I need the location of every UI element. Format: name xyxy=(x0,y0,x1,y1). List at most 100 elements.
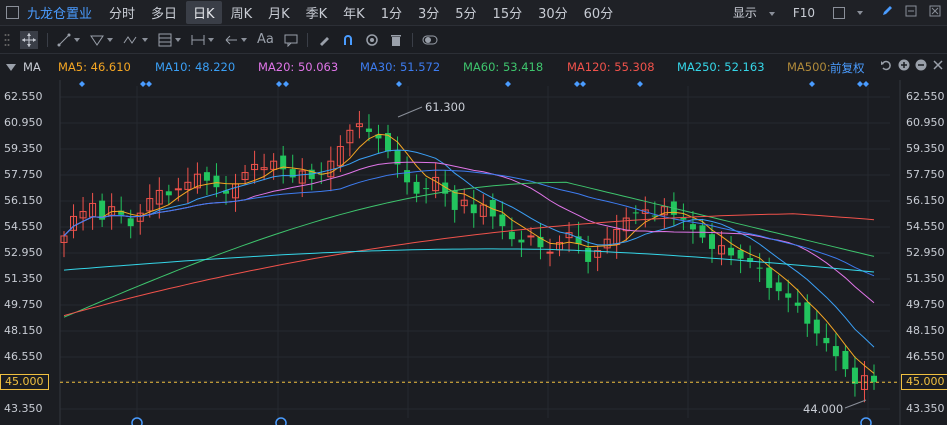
period-tab[interactable]: 分时 xyxy=(102,1,142,24)
candle-body-down xyxy=(737,249,744,259)
period-tab[interactable]: 日K xyxy=(186,1,222,24)
period-tab[interactable]: 5分 xyxy=(448,1,483,24)
event-marker xyxy=(580,81,586,87)
chevron-down-icon xyxy=(241,37,247,42)
display-dropdown[interactable]: 显示 xyxy=(727,4,781,21)
eye-icon[interactable] xyxy=(365,33,379,47)
magnet-icon[interactable] xyxy=(341,33,355,47)
candle-body-down xyxy=(470,204,477,214)
zoom-out-icon[interactable] xyxy=(915,59,927,74)
candle-body-down xyxy=(385,133,391,152)
candle-body-down xyxy=(442,182,449,194)
candle-body-down xyxy=(785,293,792,298)
comment-icon[interactable] xyxy=(284,33,298,47)
event-circle xyxy=(131,417,143,425)
text-tool[interactable]: Aa xyxy=(257,32,274,47)
candle-body-down xyxy=(203,172,210,181)
ma-legend-item[interactable]: MA20: 50.063 xyxy=(258,60,338,74)
ma20-line xyxy=(63,161,875,304)
event-circle xyxy=(860,417,872,425)
high-leader-line xyxy=(397,106,423,118)
topbar-right: 显示 F10 xyxy=(721,0,947,25)
candle-body-up xyxy=(327,160,335,178)
period-tab[interactable]: 多日 xyxy=(144,1,184,24)
candle-body-down xyxy=(680,217,687,220)
candle-body-down xyxy=(280,155,287,170)
period-tab[interactable]: 季K xyxy=(299,1,335,24)
candle-body-down xyxy=(851,367,858,384)
candle-body-up xyxy=(193,173,201,189)
y-tick-label-r: 48.150 xyxy=(906,324,945,337)
candle-body-up xyxy=(232,183,240,199)
minimize-icon[interactable] xyxy=(905,5,917,20)
period-tab[interactable]: 30分 xyxy=(531,1,575,24)
color-picker[interactable] xyxy=(827,6,869,20)
ma-legend-item[interactable]: MA10: 48.220 xyxy=(155,60,235,74)
toggle-icon[interactable] xyxy=(422,33,438,47)
wave-tool-icon[interactable] xyxy=(123,33,148,47)
adjust-mode[interactable]: 前复权 xyxy=(830,60,865,76)
arrow-left-icon[interactable] xyxy=(224,33,247,47)
candle-body-down xyxy=(489,199,496,217)
candle-body-down xyxy=(423,188,430,190)
drag-handle-icon[interactable] xyxy=(4,33,10,47)
ma-legend-item[interactable]: MA250: 52.163 xyxy=(677,60,765,74)
y-tick-label-l: 43.350 xyxy=(4,402,43,415)
event-marker xyxy=(140,81,146,87)
stock-name[interactable]: 九龙仓置业 xyxy=(27,3,92,22)
candle-body-up xyxy=(565,232,573,239)
square-icon xyxy=(833,7,845,19)
period-tab[interactable]: 年K xyxy=(336,1,372,24)
ma-legend-item[interactable]: MA30: 51.572 xyxy=(360,60,440,74)
candle-body-down xyxy=(508,231,515,240)
ma-legend-item[interactable]: MA500: xyxy=(787,60,831,74)
ma60-line xyxy=(63,181,875,318)
period-tab[interactable]: 月K xyxy=(261,1,297,24)
select-checkbox[interactable] xyxy=(6,6,19,19)
period-tab[interactable]: 周K xyxy=(224,1,260,24)
undo-icon[interactable] xyxy=(880,59,892,74)
zoom-in-icon[interactable] xyxy=(898,59,910,74)
event-circle xyxy=(275,417,287,425)
candle-body-up xyxy=(460,199,468,207)
range-tool-icon[interactable] xyxy=(191,33,214,47)
eraser-icon[interactable] xyxy=(317,33,331,47)
candle-body-down xyxy=(318,173,325,175)
fib-tool-icon[interactable] xyxy=(158,33,181,47)
period-tab[interactable]: 3分 xyxy=(411,1,446,24)
candle-body-up xyxy=(251,163,259,171)
candle-body-down xyxy=(709,234,715,249)
candle-body-up xyxy=(641,209,649,214)
event-marker xyxy=(396,81,402,87)
ma-legend-item[interactable]: MA120: 55.308 xyxy=(567,60,655,74)
line-tool-icon[interactable] xyxy=(57,33,80,47)
y-tick-label-l: 52.950 xyxy=(4,246,43,259)
ma-legend-item[interactable]: MA5: 46.610 xyxy=(58,60,131,74)
candle-body-up xyxy=(60,235,68,243)
candle-body-up xyxy=(155,189,163,205)
channel-tool-icon[interactable] xyxy=(90,33,113,47)
ma-legend-item[interactable]: MA60: 53.418 xyxy=(463,60,543,74)
ma120-line xyxy=(63,213,875,317)
crosshair-icon[interactable] xyxy=(20,30,38,49)
period-tab[interactable]: 15分 xyxy=(486,1,530,24)
trash-icon[interactable] xyxy=(389,33,403,47)
close-panel-icon[interactable] xyxy=(932,59,944,74)
chevron-down-icon xyxy=(175,37,181,42)
candle-body-up xyxy=(556,241,564,251)
candle-body-down xyxy=(689,224,696,230)
indicator-label[interactable]: MA xyxy=(23,60,41,74)
period-tab[interactable]: 1分 xyxy=(374,1,409,24)
pen-icon[interactable] xyxy=(881,5,893,20)
event-marker xyxy=(637,81,643,87)
close-icon[interactable] xyxy=(929,5,941,20)
candle-body-up xyxy=(603,238,611,249)
candle-body-up xyxy=(89,202,97,218)
ma-legend-bar: MA MA5: 46.610 MA10: 48.220 MA20: 50.063 MA… xyxy=(0,54,947,78)
period-tab[interactable]: 60分 xyxy=(577,1,621,24)
candle-body-up xyxy=(346,129,354,144)
f10-button[interactable]: F10 xyxy=(793,6,815,20)
collapse-triangle-icon[interactable] xyxy=(6,61,16,75)
candle-body-down xyxy=(632,212,639,214)
top-bar: 九龙仓置业 分时 多日 日K 周K 月K 季K 年K 1分 3分 5分 15分 30分 60分 显示 F… xyxy=(0,0,947,26)
